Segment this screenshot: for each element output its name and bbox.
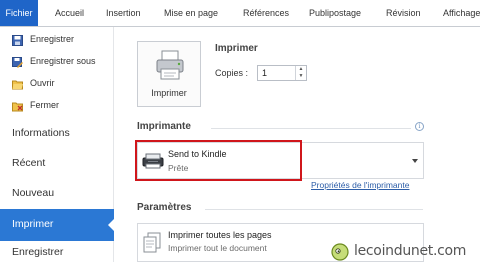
- tab-references[interactable]: Références: [243, 0, 289, 26]
- info-icon[interactable]: i: [415, 122, 424, 131]
- save-icon: [12, 35, 23, 46]
- menu-item-enregistrer-envoyer[interactable]: Enregistrer: [0, 246, 114, 262]
- tab-affichage[interactable]: Affichage: [443, 0, 480, 26]
- chevron-down-icon[interactable]: [412, 159, 418, 163]
- pages-icon: [143, 232, 161, 253]
- printer-properties-link[interactable]: Propriétés de l'imprimante: [311, 180, 409, 190]
- menu-item-label: Récent: [12, 157, 46, 169]
- highlight-frame: [135, 140, 302, 181]
- menu-item-fermer[interactable]: Fermer: [0, 100, 114, 114]
- site-watermark: lecoindunet.com: [330, 242, 480, 262]
- save-as-icon: [12, 57, 23, 68]
- menu-item-label: Enregistrer sous: [30, 56, 96, 66]
- copies-value: 1: [262, 68, 268, 78]
- printer-section-title: Imprimante: [137, 121, 191, 132]
- menu-item-label: Fermer: [30, 100, 59, 110]
- tab-publipostage[interactable]: Publipostage: [309, 0, 361, 26]
- print-title: Imprimer: [215, 43, 258, 54]
- open-folder-icon: [12, 79, 23, 90]
- backstage-menu: Enregistrer Enregistrer sous Ouvrir Ferm…: [0, 27, 115, 262]
- menu-item-enregistrer[interactable]: Enregistrer: [0, 34, 114, 48]
- menu-item-label: Enregistrer: [30, 34, 75, 44]
- tab-insertion[interactable]: Insertion: [106, 0, 141, 26]
- leaf-logo-icon: [331, 243, 349, 261]
- menu-item-nouveau[interactable]: Nouveau: [0, 187, 114, 203]
- print-button-label: Imprimer: [151, 88, 187, 98]
- menu-item-label: Enregistrer: [12, 246, 64, 258]
- tab-accueil[interactable]: Accueil: [55, 0, 84, 26]
- menu-item-label: Nouveau: [12, 187, 55, 199]
- section-divider: [211, 128, 411, 129]
- menu-item-recent[interactable]: Récent: [0, 157, 114, 173]
- copies-label: Copies :: [215, 68, 249, 78]
- tab-fichier[interactable]: Fichier: [0, 0, 38, 26]
- menu-item-label: Ouvrir: [30, 78, 55, 88]
- copies-spinner[interactable]: ▲ ▼: [295, 66, 306, 80]
- close-folder-icon: [12, 101, 23, 112]
- print-range-title: Imprimer toutes les pages: [168, 230, 272, 240]
- chevron-up-icon[interactable]: ▲: [296, 66, 306, 73]
- tab-revision[interactable]: Révision: [386, 0, 421, 26]
- menu-item-informations[interactable]: Informations: [0, 127, 114, 143]
- settings-section-title: Paramètres: [137, 202, 192, 213]
- menu-item-label: Informations: [12, 127, 70, 139]
- section-divider: [205, 209, 423, 210]
- chevron-down-icon[interactable]: ▼: [296, 73, 306, 80]
- tab-mise-en-page[interactable]: Mise en page: [164, 0, 218, 26]
- print-button[interactable]: Imprimer: [137, 41, 201, 107]
- ribbon-tab-bar: Fichier Accueil Insertion Mise en page R…: [0, 0, 480, 27]
- printer-icon: [156, 50, 184, 80]
- watermark-text: lecoindunet.com: [354, 243, 467, 259]
- menu-item-imprimer[interactable]: Imprimer: [0, 209, 115, 241]
- print-range-subtitle: Imprimer tout le document: [168, 243, 267, 253]
- copies-stepper[interactable]: 1 ▲ ▼: [257, 65, 307, 81]
- menu-item-label: Imprimer: [12, 218, 54, 230]
- menu-item-enregistrer-sous[interactable]: Enregistrer sous: [0, 56, 114, 70]
- print-panel: Imprimer Imprimer Copies : 1 ▲ ▼ Imprima…: [115, 27, 480, 262]
- menu-item-ouvrir[interactable]: Ouvrir: [0, 78, 114, 92]
